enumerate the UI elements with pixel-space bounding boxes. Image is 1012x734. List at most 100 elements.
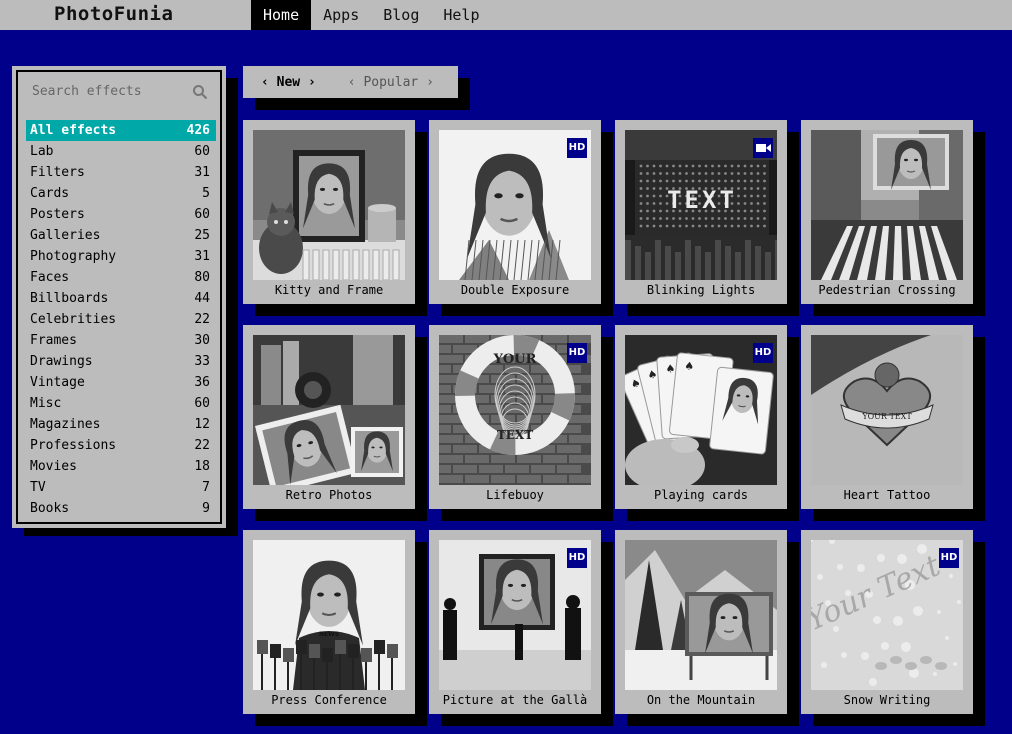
nav-home[interactable]: Home bbox=[251, 0, 312, 30]
hd-badge-icon: HD bbox=[567, 138, 587, 158]
category-item-misc[interactable]: Misc 60 bbox=[26, 393, 216, 414]
nav-apps[interactable]: Apps bbox=[311, 0, 371, 30]
category-list: All effects 426 Lab 60 Filters 31 Cards 5 Poster… bbox=[26, 120, 216, 519]
effect-card-snow-writing[interactable]: Your Text HD Snow Writing bbox=[801, 530, 973, 714]
effect-title[interactable]: Double Exposure bbox=[429, 283, 601, 297]
category-item-all-effects[interactable]: All effects 426 bbox=[26, 120, 216, 141]
search-input[interactable] bbox=[22, 78, 182, 104]
category-item-celebrities[interactable]: Celebrities 22 bbox=[26, 309, 216, 330]
sidebar-frame: All effects 426 Lab 60 Filters 31 Cards 5 Poster… bbox=[16, 70, 222, 524]
category-item-filters[interactable]: Filters 31 bbox=[26, 162, 216, 183]
category-item-professions[interactable]: Professions 22 bbox=[26, 435, 216, 456]
effect-card-kitty-and-frame[interactable]: Kitty and Frame bbox=[243, 120, 415, 304]
category-item-magazines[interactable]: Magazines 12 bbox=[26, 414, 216, 435]
effect-card-pedestrian-crossing[interactable]: Pedestrian Crossing bbox=[801, 120, 973, 304]
category-item-cards[interactable]: Cards 5 bbox=[26, 183, 216, 204]
effect-title[interactable]: Press Conference bbox=[243, 693, 415, 707]
category-item-posters[interactable]: Posters 60 bbox=[26, 204, 216, 225]
category-count: 12 bbox=[194, 417, 210, 432]
category-count: 9 bbox=[202, 501, 210, 516]
category-item-vintage[interactable]: Vintage 36 bbox=[26, 372, 216, 393]
category-count: 7 bbox=[202, 480, 210, 495]
category-count: 60 bbox=[194, 144, 210, 159]
effect-card-double-exposure[interactable]: HD Double Exposure bbox=[429, 120, 601, 304]
search-icon[interactable] bbox=[192, 84, 208, 100]
effect-card-picture-at-the-gall[interactable]: HD Picture at the Gallà bbox=[429, 530, 601, 714]
svg-text:♠: ♠ bbox=[684, 359, 695, 373]
category-label: Professions bbox=[30, 438, 117, 453]
effect-thumbnail[interactable] bbox=[625, 540, 777, 690]
category-label: Books bbox=[30, 501, 70, 516]
effect-card-lifebuoy[interactable]: YOUR TEXT HD Lifebuoy bbox=[429, 325, 601, 509]
effect-title[interactable]: Lifebuoy bbox=[429, 488, 601, 502]
category-item-lab[interactable]: Lab 60 bbox=[26, 141, 216, 162]
effect-title[interactable]: On the Mountain bbox=[615, 693, 787, 707]
category-item-photography[interactable]: Photography 31 bbox=[26, 246, 216, 267]
category-item-billboards[interactable]: Billboards 44 bbox=[26, 288, 216, 309]
category-count: 22 bbox=[194, 312, 210, 327]
category-count: 33 bbox=[194, 354, 210, 369]
main-nav: Home Apps Blog Help bbox=[251, 0, 492, 30]
category-count: 44 bbox=[194, 291, 210, 306]
thumb-text-lifebuoy-bottom: TEXT bbox=[497, 428, 533, 442]
video-camera-icon bbox=[753, 138, 773, 158]
effect-card-press-conference[interactable]: NEWS Press Conference bbox=[243, 530, 415, 714]
effect-title[interactable]: Picture at the Gallà bbox=[429, 693, 601, 707]
hd-badge-icon: HD bbox=[939, 548, 959, 568]
category-item-books[interactable]: Books 9 bbox=[26, 498, 216, 519]
effect-thumbnail[interactable] bbox=[253, 130, 405, 280]
nav-help[interactable]: Help bbox=[431, 0, 491, 30]
category-count: 18 bbox=[194, 459, 210, 474]
category-count: 30 bbox=[194, 333, 210, 348]
effect-thumbnail[interactable]: YOUR TEXT bbox=[811, 335, 963, 485]
effect-thumbnail[interactable] bbox=[253, 335, 405, 485]
effect-thumbnail[interactable] bbox=[811, 130, 963, 280]
logo[interactable]: PhotoFunia bbox=[54, 3, 173, 25]
effect-title[interactable]: Pedestrian Crossing bbox=[801, 283, 973, 297]
effect-card-on-the-mountain[interactable]: On the Mountain bbox=[615, 530, 787, 714]
effect-title[interactable]: Playing cards bbox=[615, 488, 787, 502]
search-box bbox=[22, 78, 212, 108]
tab-popular[interactable]: ‹ Popular › bbox=[348, 75, 434, 90]
category-count: 31 bbox=[194, 249, 210, 264]
category-label: Celebrities bbox=[30, 312, 117, 327]
category-label: Photography bbox=[30, 249, 117, 264]
sidebar: All effects 426 Lab 60 Filters 31 Cards 5 Poster… bbox=[12, 66, 226, 528]
category-item-frames[interactable]: Frames 30 bbox=[26, 330, 216, 351]
effect-title[interactable]: Heart Tattoo bbox=[801, 488, 973, 502]
category-label: Faces bbox=[30, 270, 70, 285]
sort-tabs: ‹ New › ‹ Popular › bbox=[243, 66, 458, 98]
category-label: Filters bbox=[30, 165, 85, 180]
category-item-galleries[interactable]: Galleries 25 bbox=[26, 225, 216, 246]
nav-blog[interactable]: Blog bbox=[371, 0, 431, 30]
category-item-faces[interactable]: Faces 80 bbox=[26, 267, 216, 288]
effect-title[interactable]: Blinking Lights bbox=[615, 283, 787, 297]
category-label: Drawings bbox=[30, 354, 93, 369]
thumb-text-lifebuoy-top: YOUR bbox=[493, 352, 537, 367]
category-label: Vintage bbox=[30, 375, 85, 390]
category-item-movies[interactable]: Movies 18 bbox=[26, 456, 216, 477]
tab-new[interactable]: ‹ New › bbox=[261, 75, 316, 90]
category-item-drawings[interactable]: Drawings 33 bbox=[26, 351, 216, 372]
category-label: Billboards bbox=[30, 291, 109, 306]
effect-card-retro-photos[interactable]: Retro Photos bbox=[243, 325, 415, 509]
top-bar: PhotoFunia Home Apps Blog Help bbox=[0, 0, 1012, 30]
category-count: 5 bbox=[202, 186, 210, 201]
effect-card-blinking-lights[interactable]: TEXT Blinking Lights bbox=[615, 120, 787, 304]
hd-badge-icon: HD bbox=[567, 343, 587, 363]
effect-title[interactable]: Snow Writing bbox=[801, 693, 973, 707]
category-label: Frames bbox=[30, 333, 77, 348]
category-item-tv[interactable]: TV 7 bbox=[26, 477, 216, 498]
category-label: Lab bbox=[30, 144, 54, 159]
effect-title[interactable]: Retro Photos bbox=[243, 488, 415, 502]
category-label: Posters bbox=[30, 207, 85, 222]
svg-text:♠: ♠ bbox=[665, 362, 676, 376]
effect-title[interactable]: Kitty and Frame bbox=[243, 283, 415, 297]
thumb-text-press: NEWS bbox=[319, 631, 339, 638]
effect-thumbnail[interactable]: NEWS bbox=[253, 540, 405, 690]
effect-card-playing-cards[interactable]: ♠ ♠ ♠ ♠ HD Playing cards bbox=[615, 325, 787, 509]
category-count: 31 bbox=[194, 165, 210, 180]
category-count: 426 bbox=[186, 123, 210, 138]
effect-card-heart-tattoo[interactable]: YOUR TEXT Heart Tattoo bbox=[801, 325, 973, 509]
hd-badge-icon: HD bbox=[567, 548, 587, 568]
